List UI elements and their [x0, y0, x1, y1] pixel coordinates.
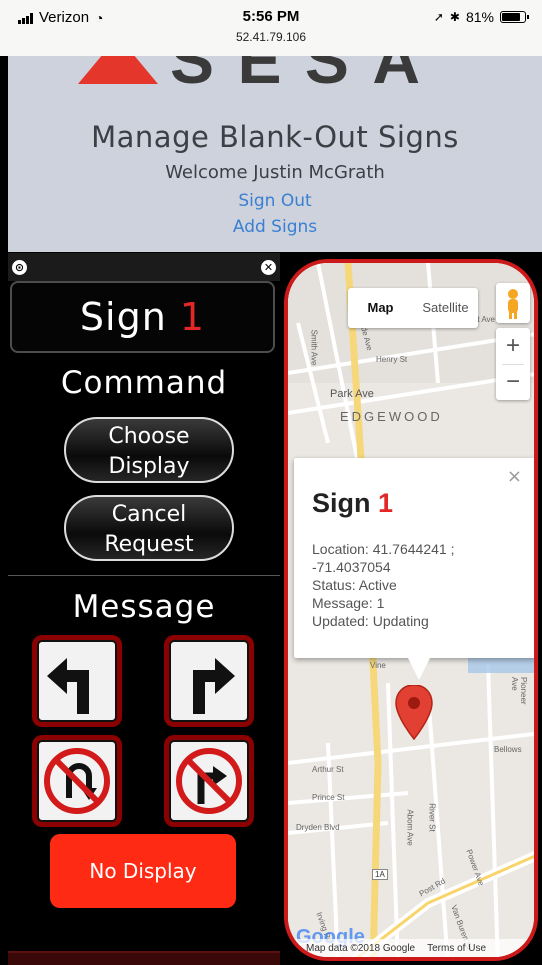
zoom-out-button[interactable]: − [496, 364, 530, 400]
sesa-logo: SESA [8, 56, 542, 84]
map-data-credit: Map data ©2018 Google [306, 942, 416, 954]
map-tab[interactable]: Map [348, 288, 413, 328]
battery-fill [502, 13, 520, 21]
svg-text:SESA: SESA [170, 56, 420, 84]
info-message: Message: 1 [312, 595, 385, 611]
street-label-arthur: Arthur St [312, 765, 344, 774]
system-indicators: ➚ ✱ 81% [433, 9, 529, 25]
info-window-title: Sign 1 [312, 488, 393, 519]
street-label-henry: Henry St [376, 355, 408, 364]
street-label-river: River St [427, 803, 437, 832]
battery-percent: 81% [465, 9, 494, 25]
sign-title-box: Sign 1 [10, 281, 275, 353]
address-bar-url[interactable]: 52.41.79.106 [0, 30, 542, 44]
info-window-details: Location: 41.7644241 ; -71.4037054 Statu… [312, 540, 522, 630]
battery-icon [500, 11, 529, 23]
street-label-pioneer: Pioneer Ave [510, 677, 528, 705]
page-header: SESA Manage Blank-Out Signs Welcome Just… [8, 56, 542, 252]
street-label-park: Park Ave [330, 388, 374, 400]
info-location-line1: Location: 41.7644241 ; [312, 541, 455, 557]
sign-title: Sign 1 [12, 283, 273, 351]
info-title-word: Sign [312, 488, 371, 518]
info-location-line2: -71.4037054 [312, 559, 391, 575]
status-bar: Verizon ◔ 5:56 PM 52.41.79.106 ➚ ✱ 81% [0, 0, 542, 56]
no-u-turn-button[interactable] [32, 735, 122, 827]
info-window-close-icon[interactable]: × [507, 466, 522, 487]
right-turn-arrow-button[interactable] [164, 635, 254, 727]
satellite-tab[interactable]: Satellite [413, 288, 478, 328]
map-panel: Park Ave Henry St Ingleside Ave Fairmont… [280, 253, 542, 965]
info-status: Status: Active [312, 577, 397, 593]
info-title-number: 1 [378, 488, 394, 518]
left-turn-arrow-button[interactable] [32, 635, 122, 727]
cancel-request-line2: Request [104, 532, 194, 557]
right-turn-arrow-icon [169, 640, 249, 722]
message-label: Message [72, 589, 216, 625]
location-icon: ➚ [433, 10, 444, 24]
panel-bottom-edge [8, 951, 280, 965]
add-signs-link[interactable]: Add Signs [8, 217, 542, 237]
street-label-prince: Prince St [312, 793, 345, 802]
map-marker-icon[interactable] [394, 685, 434, 741]
sign-number: 1 [179, 295, 206, 339]
sign-out-link[interactable]: Sign Out [8, 191, 542, 211]
info-updated: Updated: Updating [312, 613, 429, 629]
panel-top-bar: ⊙ ✕ [8, 253, 280, 281]
map-attribution: Map data ©2018 Google Terms of Use [288, 939, 534, 957]
no-display-button[interactable]: No Display [50, 834, 236, 908]
drag-handle-icon[interactable]: ⊙ [12, 260, 27, 275]
zoom-in-button[interactable]: + [496, 328, 530, 364]
street-label-vine: Vine [370, 661, 386, 670]
command-label: Command [60, 365, 228, 401]
choose-display-line2: Display [108, 454, 190, 479]
bluetooth-icon: ✱ [449, 10, 460, 24]
sign-info-window: × Sign 1 Location: 41.7644241 ; -71.4037… [294, 458, 534, 658]
street-label-abom: Abom Ave [405, 809, 415, 846]
street-view-pegman-icon[interactable] [496, 283, 530, 323]
cancel-request-line1: Cancel [111, 502, 187, 527]
map-view[interactable]: Park Ave Henry St Ingleside Ave Fairmont… [284, 259, 538, 961]
zoom-divider [502, 364, 524, 365]
sign-title-word: Sign [79, 295, 167, 339]
street-label-bellows: Bellows [494, 745, 522, 754]
close-panel-icon[interactable]: ✕ [261, 260, 276, 275]
choose-display-line1: Choose [108, 424, 190, 449]
neighborhood-label: EDGEWOOD [340, 409, 443, 424]
welcome-message: Welcome Justin McGrath [165, 162, 385, 183]
page-title: Manage Blank-Out Signs [91, 120, 459, 154]
no-right-turn-icon [169, 740, 249, 822]
no-u-turn-icon [37, 740, 117, 822]
info-window-pointer [408, 658, 430, 680]
no-right-turn-button[interactable] [164, 735, 254, 827]
cancel-request-button[interactable]: Cancel Request [64, 495, 234, 561]
sign-control-panel: ⊙ ✕ Sign 1 Command Choose Display Cancel… [8, 253, 280, 965]
route-1a-shield: 1A [372, 869, 388, 880]
zoom-control: + − [496, 328, 530, 400]
street-label-smith: Smith Ave [309, 329, 319, 366]
left-turn-arrow-icon [37, 640, 117, 722]
choose-display-button[interactable]: Choose Display [64, 417, 234, 483]
map-type-control: Map Satellite [348, 288, 478, 328]
terms-of-use-link[interactable]: Terms of Use [427, 943, 486, 954]
section-divider [8, 575, 280, 576]
street-label-dryden: Dryden Blvd [296, 823, 340, 832]
